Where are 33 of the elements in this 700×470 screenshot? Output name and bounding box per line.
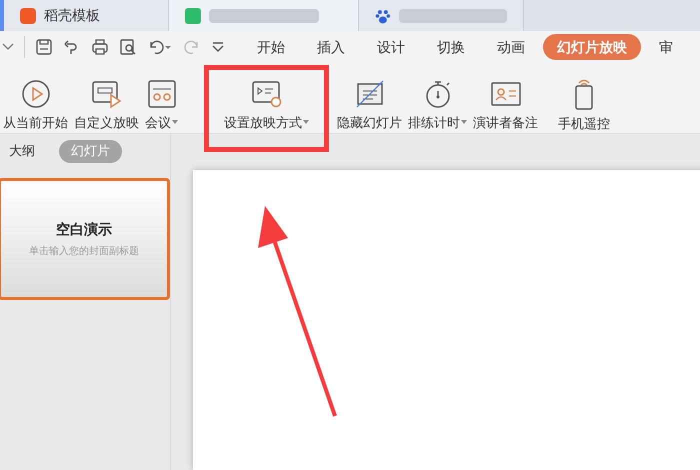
ribbon-button[interactable]: 会议 <box>142 78 181 132</box>
ribbon-tab[interactable]: 审 <box>645 34 687 60</box>
ribbon-tab[interactable]: 动画 <box>483 34 539 60</box>
ribbon-tab[interactable]: 插入 <box>303 34 359 60</box>
ribbon-button[interactable]: 从当前开始 <box>0 78 71 132</box>
paw-logo-icon <box>375 8 391 24</box>
ribbon-button[interactable]: 排练计时 <box>405 78 470 132</box>
slide-thumbnail[interactable]: 空白演示 单击输入您的封面副标题 <box>0 178 170 300</box>
docer-logo-icon <box>20 8 36 24</box>
browser-tab[interactable]: 稻壳模板 <box>4 0 169 31</box>
chevron-down-icon[interactable] <box>2 42 14 52</box>
customize-toolbar-icon[interactable] <box>211 40 225 54</box>
ribbon-button[interactable]: 设置放映方式 <box>221 78 312 132</box>
ribbon-button[interactable]: 隐藏幻灯片 <box>334 78 405 132</box>
ribbon-tab[interactable]: 开始 <box>243 34 299 60</box>
print-icon[interactable] <box>91 38 109 56</box>
save-icon[interactable] <box>35 38 53 56</box>
thumbnail-title: 空白演示 <box>56 220 112 239</box>
screen-play-icon <box>90 78 122 108</box>
print-preview-icon[interactable] <box>119 38 137 56</box>
ribbon-button[interactable]: 演讲者备注 <box>470 78 541 132</box>
screen-gear-icon <box>250 78 282 108</box>
ribbon-button[interactable]: 手机遥控 <box>555 78 613 133</box>
hidden-slide-icon <box>354 78 384 108</box>
people-icon <box>146 78 176 108</box>
tab-title: 稻壳模板 <box>44 6 100 25</box>
ribbon-button[interactable]: 自定义放映 <box>71 78 142 132</box>
ribbon-tab[interactable]: 切换 <box>423 34 479 60</box>
document-logo-icon <box>185 8 201 24</box>
panel-tab[interactable]: 大纲 <box>0 140 47 162</box>
thumbnail-subtitle: 单击输入您的封面副标题 <box>29 244 139 259</box>
ribbon-tab[interactable]: 设计 <box>363 34 419 60</box>
play-icon <box>20 78 50 108</box>
